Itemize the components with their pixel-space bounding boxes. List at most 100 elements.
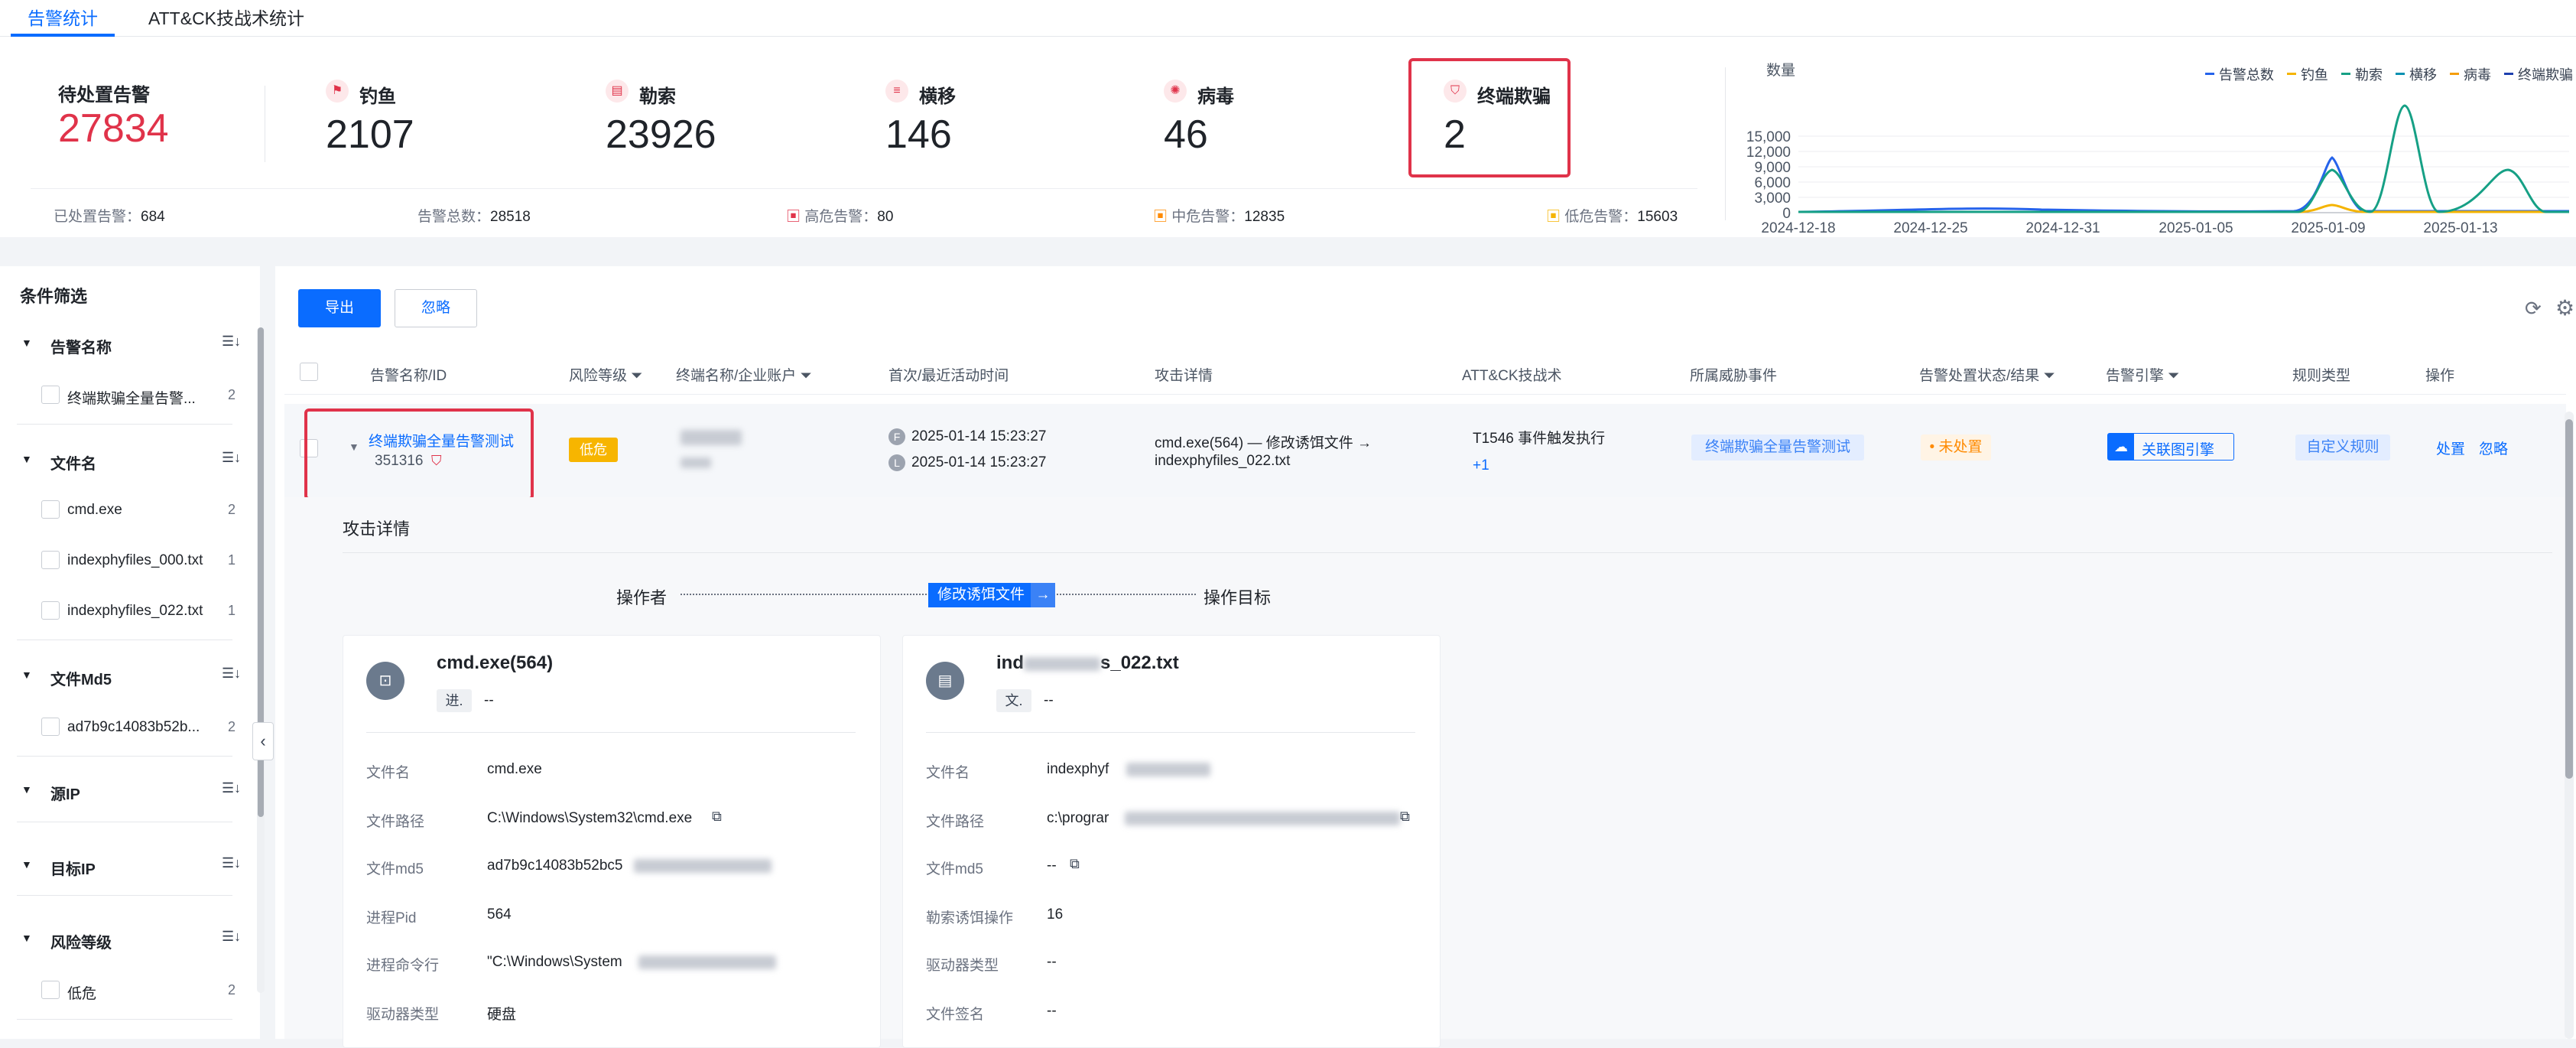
summary-mid: ▣ 中危告警：12835 [1153,209,1285,225]
checkbox[interactable] [41,386,60,404]
handle-action-link[interactable]: 处置 [2436,438,2465,458]
filter-icon: ⏷ [631,368,643,384]
collapse-sidebar-icon[interactable]: ‹ [252,722,274,760]
sort-icon[interactable]: ☰↓ [222,666,241,682]
gear-icon[interactable]: ⚙ [2555,295,2574,321]
column-header: 操作 [2425,368,2455,384]
copy-icon[interactable]: ⧉ [712,809,722,825]
filter-item-label: cmd.exe [67,502,122,518]
engine-tag[interactable]: ☁ 关联图引擎 [2107,433,2234,461]
x-tick: 2024-12-31 [2025,220,2100,233]
section-file-md5[interactable]: 文件Md5 [50,667,112,689]
section-file-name[interactable]: 文件名 [50,451,96,474]
divider [17,756,232,757]
column-header[interactable]: 终端名称/企业账户 ⏷ [676,364,812,385]
column-header[interactable]: 告警处置状态/结果 ⏷ [1919,364,2055,385]
kv-key: 文件名 [366,765,411,781]
y-axis-label: 数量 [1766,62,1795,79]
section-source-ip[interactable]: 源IP [50,782,80,804]
x-tick: 2025-01-05 [2159,220,2233,233]
sort-icon[interactable]: ☰↓ [222,855,241,871]
kv-key: 文件签名 [926,1007,985,1023]
sort-icon[interactable]: ☰↓ [222,929,241,945]
chevron-down-icon[interactable]: ▼ [21,453,32,465]
stat-label: 终端欺骗 [1477,86,1551,107]
kv-value: indexphyf [1047,761,1109,777]
divider [31,188,1697,189]
kv-value: C:\Windows\System32\cmd.exe [487,810,693,826]
kv-key: 进程命令行 [366,958,440,974]
kv-value: 564 [487,906,512,923]
action-tag: 修改诱饵文件 → [928,583,1056,607]
checkbox[interactable] [41,500,60,519]
kv-value: -- [1047,858,1057,874]
chevron-down-icon[interactable]: ▼ [21,932,32,944]
ignore-button[interactable]: 忽略 [395,289,477,327]
filter-item-count: 2 [228,502,236,517]
attack-detail-panel: 攻击详情 操作者 修改诱饵文件 → 操作目标 ⊡ cmd.exe(564) 进. … [284,497,2566,1048]
refresh-icon[interactable]: ⟳ [2525,297,2542,321]
blurred-path [1125,812,1400,825]
engine-label: 关联图引擎 [2142,442,2215,458]
sidebar-title: 条件筛选 [20,287,88,306]
filter-item-count: 1 [228,552,236,568]
x-ticks: 2024-12-18 2024-12-25 2024-12-31 2025-01… [1761,220,2497,233]
section-risk-level[interactable]: 风险等级 [50,930,112,952]
arrow-right-icon: → [1031,583,1056,607]
divider [343,552,2552,553]
threat-event-tag[interactable]: 终端欺骗全量告警测试 [1691,434,1864,461]
stats-panel: 待处置告警 27834 ⚑ 钓鱼 2107 ▤ 勒索 23926 ≡ 横移 14… [0,37,2576,237]
stat-value: 2107 [326,112,414,157]
last-time: 2025-01-14 15:23:27 [911,454,1047,470]
lock-icon: ▤ [606,80,629,103]
y-tick: 9,000 [1754,160,1791,176]
checkbox[interactable] [41,718,60,736]
divider [17,424,232,425]
kv-value: -- [1047,954,1057,970]
checkbox[interactable] [41,601,60,620]
kv-key: 文件名 [926,765,970,781]
column-header[interactable]: 告警引擎 ⏷ [2106,364,2180,385]
tab-alert-stats[interactable]: 告警统计 [11,0,115,37]
divider [1725,67,1726,220]
kv-value: 16 [1047,906,1064,923]
chevron-down-icon[interactable]: ▼ [21,858,32,871]
table-row[interactable]: ▼ 终端欺骗全量告警测试 351316 ⛉ 低危 F 2025-01-14 15… [284,404,2566,497]
section-alert-name[interactable]: 告警名称 [50,335,112,357]
blurred-cmdline [638,955,776,969]
sort-icon[interactable]: ☰↓ [222,334,241,350]
filter-icon: ⏷ [800,368,812,384]
column-header: ATT&CK技战术 [1462,368,1562,384]
actor-title: cmd.exe(564) [437,653,554,673]
export-button[interactable]: 导出 [298,289,381,327]
chevron-down-icon[interactable]: ▼ [21,669,32,681]
virus-icon: ✺ [1164,80,1187,103]
select-all-checkbox[interactable] [300,363,318,381]
x-tick: 2025-01-09 [2291,220,2365,233]
attck-more-link[interactable]: +1 [1473,457,1489,474]
checkbox[interactable] [41,981,60,999]
sort-icon[interactable]: ☰↓ [222,780,241,796]
copy-icon[interactable]: ⧉ [1070,856,1080,872]
main-scroll-thumb[interactable] [2565,419,2573,779]
checkbox[interactable] [41,551,60,569]
kv-key: 文件md5 [926,861,983,877]
summary-low: ▣ 低危告警：15603 [1546,209,1678,225]
kv-key: 文件路径 [366,814,425,830]
highlight-box [1408,58,1571,177]
pending-label: 待处置告警 [58,85,150,106]
ignore-action-link[interactable]: 忽略 [2479,438,2508,458]
tab-attck-stats[interactable]: ATT&CK技战术统计 [132,0,321,37]
x-tick: 2024-12-25 [1893,220,1967,233]
copy-icon[interactable]: ⧉ [1400,809,1410,825]
low-risk-icon: ▣ [1546,209,1565,225]
y-tick: 12,000 [1746,145,1791,161]
kv-key: 驱动器类型 [366,1007,440,1023]
sort-icon[interactable]: ☰↓ [222,450,241,466]
chevron-down-icon[interactable]: ▼ [21,783,32,796]
chevron-down-icon[interactable]: ▼ [21,337,32,349]
attack-summary: cmd.exe(564) — 修改诱饵文件 → [1155,435,1372,451]
column-header[interactable]: 风险等级 ⏷ [569,364,643,385]
filter-sidebar: 条件筛选 ▼ 告警名称 ☰↓ 终端欺骗全量告警... 2 ▼ 文件名 ☰↓ cm… [0,266,274,1039]
section-target-ip[interactable]: 目标IP [50,857,96,879]
